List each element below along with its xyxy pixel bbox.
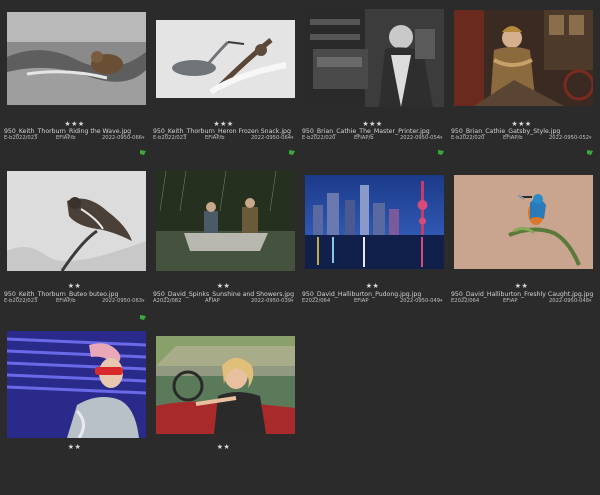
code-3: 2022-0950-054 [400, 135, 441, 141]
flag-icon[interactable] [587, 150, 593, 155]
code-3: 2022-0950-063 [102, 298, 143, 304]
chevron-down-icon[interactable]: ▾ [589, 135, 592, 141]
code-2: EFIAP/b [503, 135, 523, 141]
code-2: EFIAP/b [354, 135, 374, 141]
flag-icon[interactable] [289, 150, 295, 155]
rating-stars[interactable]: ★★★ [298, 120, 447, 128]
chevron-down-icon[interactable]: ▾ [440, 298, 443, 304]
thumbnail-image-pudong[interactable] [305, 175, 444, 269]
chevron-down-icon[interactable]: ▾ [291, 298, 294, 304]
code-3: 2022-0950-049 [400, 298, 441, 304]
thumbnail-cell[interactable]: ★★★ 950_Brian_Cathie_The_Master_Printer.… [298, 0, 447, 165]
code-1: E-b2022/023 [4, 135, 38, 141]
chevron-down-icon[interactable]: ▾ [142, 135, 145, 141]
thumbnail-image-buteo[interactable] [7, 171, 146, 271]
thumbnail-cell[interactable]: ★★ 950_David_Halliburton_Pudong.jpg.jpg … [298, 165, 447, 330]
thumbnail-image-sunshine-showers[interactable] [156, 171, 295, 271]
chevron-down-icon[interactable]: ▾ [291, 135, 294, 141]
file-name: 950_Brian_Cathie_The_Master_Printer.jpg [302, 128, 430, 135]
flag-icon[interactable] [438, 150, 444, 155]
thumbnail-image-master-printer[interactable] [305, 9, 444, 107]
thumbnail-image-otter[interactable] [7, 12, 146, 105]
file-name: 950_David_Halliburton_Pudong.jpg.jpg [302, 291, 422, 298]
rating-stars[interactable]: ★★★ [149, 120, 298, 128]
rating-stars[interactable]: ★★ [0, 282, 149, 290]
thumbnail-cell[interactable]: ★★★ 950_Keith_Thorburn_Riding the Wave.j… [0, 0, 149, 165]
rating-stars[interactable]: ★★ [298, 282, 447, 290]
file-name: 950_Keith_Thorburn_Heron Frozen Snack.jp… [153, 128, 291, 135]
code-1: E-b2022/020 [451, 135, 485, 141]
thumbnail-cell[interactable]: ★★ [149, 330, 298, 495]
thumbnail-cell[interactable]: ★★ 950_Keith_Thorburn_Buteo buteo.jpg E-… [0, 165, 149, 330]
thumbnail-cell[interactable]: ★★ 950_David_Halliburton_Freshly Caught.… [447, 165, 596, 330]
code-2: EFIAP [503, 298, 518, 304]
code-1: E2022/064 [451, 298, 480, 304]
file-name: 950_Keith_Thorburn_Riding the Wave.jpg [4, 128, 132, 135]
thumbnail-cell[interactable]: ★★ [0, 330, 149, 495]
rating-stars[interactable]: ★★ [149, 282, 298, 290]
thumbnail-cell[interactable]: ★★★ 950_Brian_Cathie_Gatsby_Style.jpg E-… [447, 0, 596, 165]
code-3: 2022-0950-052 [549, 135, 590, 141]
file-name: 950_David_Spinks_Sunshine and Showers.jp… [153, 291, 295, 298]
flag-icon[interactable] [140, 150, 146, 155]
code-1: E-b2022/023 [153, 135, 187, 141]
code-2: EFIAP/b [205, 135, 225, 141]
thumbnail-image-kingfisher[interactable] [454, 175, 593, 269]
thumbnail-image-portrait-red-glasses[interactable] [7, 331, 146, 438]
code-3: 2022-0950-066 [102, 135, 143, 141]
file-name: 950_Keith_Thorburn_Buteo buteo.jpg [4, 291, 119, 298]
thumbnail-grid: ★★★ 950_Keith_Thorburn_Riding the Wave.j… [0, 0, 600, 451]
chevron-down-icon[interactable]: ▾ [142, 298, 145, 304]
thumbnail-image-vintage-car-portrait[interactable] [156, 336, 295, 434]
code-1: E-b2022/023 [4, 298, 38, 304]
code-1: A2022/082 [153, 298, 182, 304]
code-1: E-b2022/020 [302, 135, 336, 141]
code-3: 2022-0950-064 [251, 135, 292, 141]
flag-icon[interactable] [140, 315, 146, 320]
thumbnail-cell[interactable]: ★★ 950_David_Spinks_Sunshine and Showers… [149, 165, 298, 330]
file-name: 950_Brian_Cathie_Gatsby_Style.jpg [451, 128, 561, 135]
code-2: EFIAP/b [56, 135, 76, 141]
code-3: 2022-0950-039 [251, 298, 292, 304]
rating-stars[interactable]: ★★★ [0, 120, 149, 128]
rating-stars[interactable]: ★★ [447, 282, 596, 290]
rating-stars[interactable]: ★★★ [447, 120, 596, 128]
code-3: 2022-0950-048 [549, 298, 590, 304]
thumbnail-cell[interactable]: ★★★ 950_Keith_Thorburn_Heron Frozen Snac… [149, 0, 298, 165]
code-1: E2022/064 [302, 298, 331, 304]
thumbnail-image-heron[interactable] [156, 20, 295, 98]
thumbnail-image-gatsby-style[interactable] [454, 10, 593, 106]
chevron-down-icon[interactable]: ▾ [440, 135, 443, 141]
code-2: EFIAP/b [56, 298, 76, 304]
code-2: AFIAP [205, 298, 220, 304]
chevron-down-icon[interactable]: ▾ [589, 298, 592, 304]
file-name: 950_David_Halliburton_Freshly Caught.jpg… [451, 291, 593, 298]
code-2: EFIAP [354, 298, 369, 304]
